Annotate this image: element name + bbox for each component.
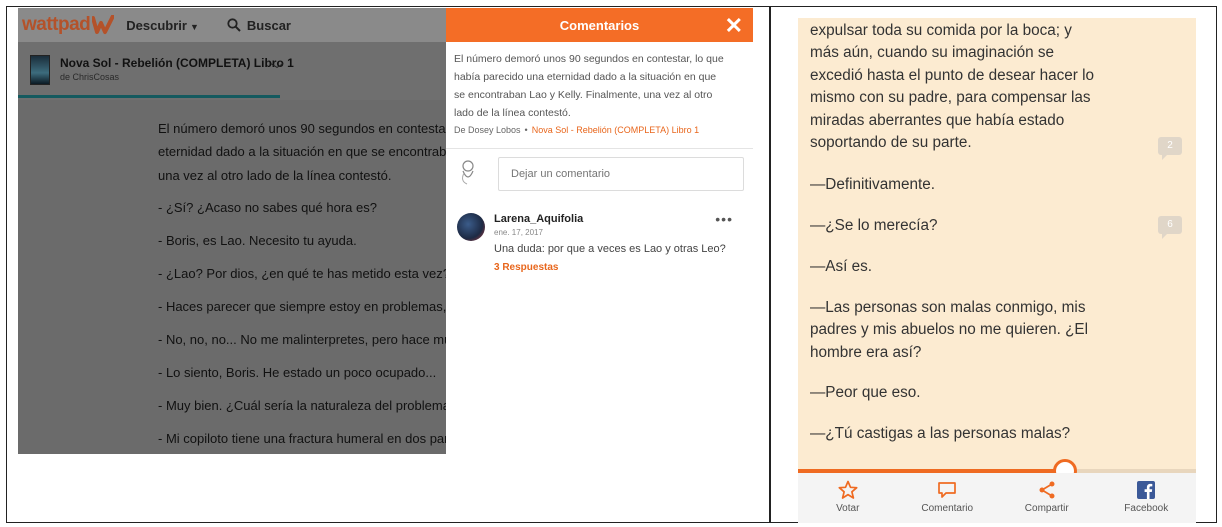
text-line: padres y mis abuelos no me quieren. ¿El xyxy=(810,321,1089,338)
text-line: —Definitivamente. xyxy=(810,176,935,193)
comment-label: Comentario xyxy=(921,503,974,514)
discover-label: Descubrir xyxy=(126,17,187,33)
user-avatar-icon xyxy=(462,160,474,185)
caret-down-icon: ▼ xyxy=(189,21,199,32)
more-options-icon[interactable]: ••• xyxy=(715,211,733,227)
comment-input[interactable] xyxy=(498,157,744,191)
text-line: —¿Se lo merecía? xyxy=(810,217,938,234)
wattpad-logo[interactable]: wattpad xyxy=(22,14,115,36)
book-cover xyxy=(30,55,50,85)
text-line: —Las personas son malas conmigo, mis xyxy=(810,299,1086,316)
mobile-screenshot: expulsar toda su comida por la boca; y m… xyxy=(798,18,1196,523)
desktop-screenshot: wattpad Descubrir ▼ Buscar Nova Sol - Reb… xyxy=(18,8,753,454)
replies-link[interactable]: 3 Respuestas xyxy=(494,262,558,273)
quote-source: De Dosey Lobos • Nova Sol - Rebelión (COMP… xyxy=(446,122,753,138)
chevron-down-icon[interactable]: ﹀ xyxy=(270,60,284,80)
paragraph-line: una vez al otro lado de la línea contest… xyxy=(158,168,392,183)
source-author[interactable]: De Dosey Lobos xyxy=(454,125,521,135)
close-icon[interactable]: ✕ xyxy=(725,13,743,39)
reading-progress-bar xyxy=(18,95,280,98)
text-line: soportando de su parte. xyxy=(810,134,972,151)
text-line: —Así es. xyxy=(810,258,873,275)
comment-username[interactable]: Larena_Aquifolia xyxy=(494,213,583,225)
vote-label: Votar xyxy=(836,503,860,514)
paragraph-line: eternidad dado a la situación en que se … xyxy=(158,144,454,159)
bottom-action-bar: Votar Comentario Compartir Facebook xyxy=(798,473,1196,523)
quote-line: había parecido una eternidad dado a la s… xyxy=(454,71,717,83)
inline-comment-badge[interactable]: 2 xyxy=(1158,137,1182,160)
wattpad-w-icon xyxy=(92,15,115,34)
divider xyxy=(446,148,753,149)
story-title: Nova Sol - Rebelión (COMPLETA) Libro 1 xyxy=(60,56,294,70)
text-line: excedió hasta el punto de desear hacer l… xyxy=(810,67,1095,84)
inline-comment-badge[interactable]: 6 xyxy=(1158,216,1182,239)
comment-date: ene. 17, 2017 xyxy=(494,228,543,237)
quote-line: El número demoró unos 90 segundos en con… xyxy=(454,53,724,65)
facebook-label: Facebook xyxy=(1124,503,1169,514)
search-label: Buscar xyxy=(246,17,291,33)
paragraph-line: El número demoró unos 90 segundos en con… xyxy=(158,121,460,136)
comment-item: Larena_Aquifolia ene. 17, 2017 ••• Una d… xyxy=(446,205,753,315)
comment-icon xyxy=(938,482,957,498)
search-button[interactable]: Buscar xyxy=(227,18,291,33)
search-icon xyxy=(227,18,241,32)
star-icon xyxy=(838,480,858,499)
paragraph-line: - Boris, es Lao. Necesito tu ayuda. xyxy=(158,233,357,248)
paragraph-line: - ¿Lao? Por dios, ¿en qué te has metido … xyxy=(158,266,450,281)
facebook-button[interactable]: Facebook xyxy=(1097,473,1197,523)
text-line: mismo con su padre, para compensar las xyxy=(810,89,1091,106)
source-chapter-link[interactable]: Nova Sol - Rebelión (COMPLETA) Libro 1 xyxy=(532,125,699,135)
quote-line: lado de la línea contestó. xyxy=(454,107,571,119)
text-line: —¿Tú castigas a las personas malas? xyxy=(810,425,1071,442)
discover-menu[interactable]: Descubrir ▼ xyxy=(126,18,199,33)
text-line: más aún, cuando su imaginación se xyxy=(810,44,1055,61)
paragraph-line: - Muy bien. ¿Cuál sería la naturaleza de… xyxy=(158,398,458,413)
paragraph-line: - Mi copiloto tiene una fractura humeral… xyxy=(158,431,453,446)
text-line: miradas aberrantes que había estado xyxy=(810,112,1065,129)
paragraph-line: - ¿Sí? ¿Acaso no sabes qué hora es? xyxy=(158,200,377,215)
share-label: Compartir xyxy=(1024,503,1069,514)
text-line: expulsar toda su comida por la boca; y xyxy=(810,22,1072,39)
quote-line: se encontraban Lao y Kelly. Finalmente, … xyxy=(454,89,713,101)
avatar[interactable] xyxy=(457,213,485,241)
table-divider xyxy=(769,7,771,522)
new-comment-row xyxy=(446,155,753,205)
facebook-icon xyxy=(1137,481,1156,499)
comment-text: Una duda: por que a veces es Lao y otras… xyxy=(494,243,726,255)
quoted-paragraph: El número demoró unos 90 segundos en con… xyxy=(446,42,753,122)
paragraph-line: - Lo siento, Boris. He estado un poco oc… xyxy=(158,365,437,380)
text-line: —Peor que eso. xyxy=(810,384,921,401)
share-button[interactable]: Compartir xyxy=(997,473,1097,523)
paragraph-line: - Haces parecer que siempre estoy en pro… xyxy=(158,299,466,314)
paragraph-line: - No, no, no... No me malinterpretes, pe… xyxy=(158,332,458,347)
share-icon xyxy=(1039,481,1055,499)
vote-button[interactable]: Votar xyxy=(798,473,898,523)
text-line: hombre era así? xyxy=(810,344,922,361)
comments-drawer: Comentarios ✕ El número demoró unos 90 s… xyxy=(446,8,753,454)
bullet-separator: • xyxy=(524,125,528,135)
comment-button[interactable]: Comentario xyxy=(898,473,998,523)
logo-text: wattpad xyxy=(22,14,91,35)
comments-header: Comentarios ✕ xyxy=(446,8,753,42)
comments-title: Comentarios xyxy=(559,17,640,33)
story-author: de ChrisCosas xyxy=(60,72,120,82)
